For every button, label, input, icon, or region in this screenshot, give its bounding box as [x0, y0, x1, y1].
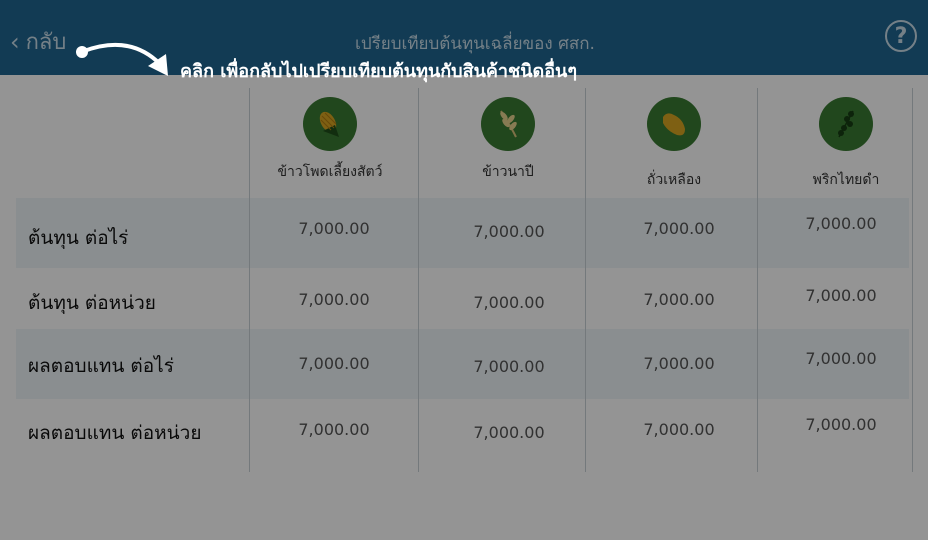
curved-arrow-icon: [76, 42, 168, 76]
tutorial-hint: คลิก เพื่อกลับไปเปรียบเทียบต้นทุนกับสินค…: [180, 61, 578, 82]
